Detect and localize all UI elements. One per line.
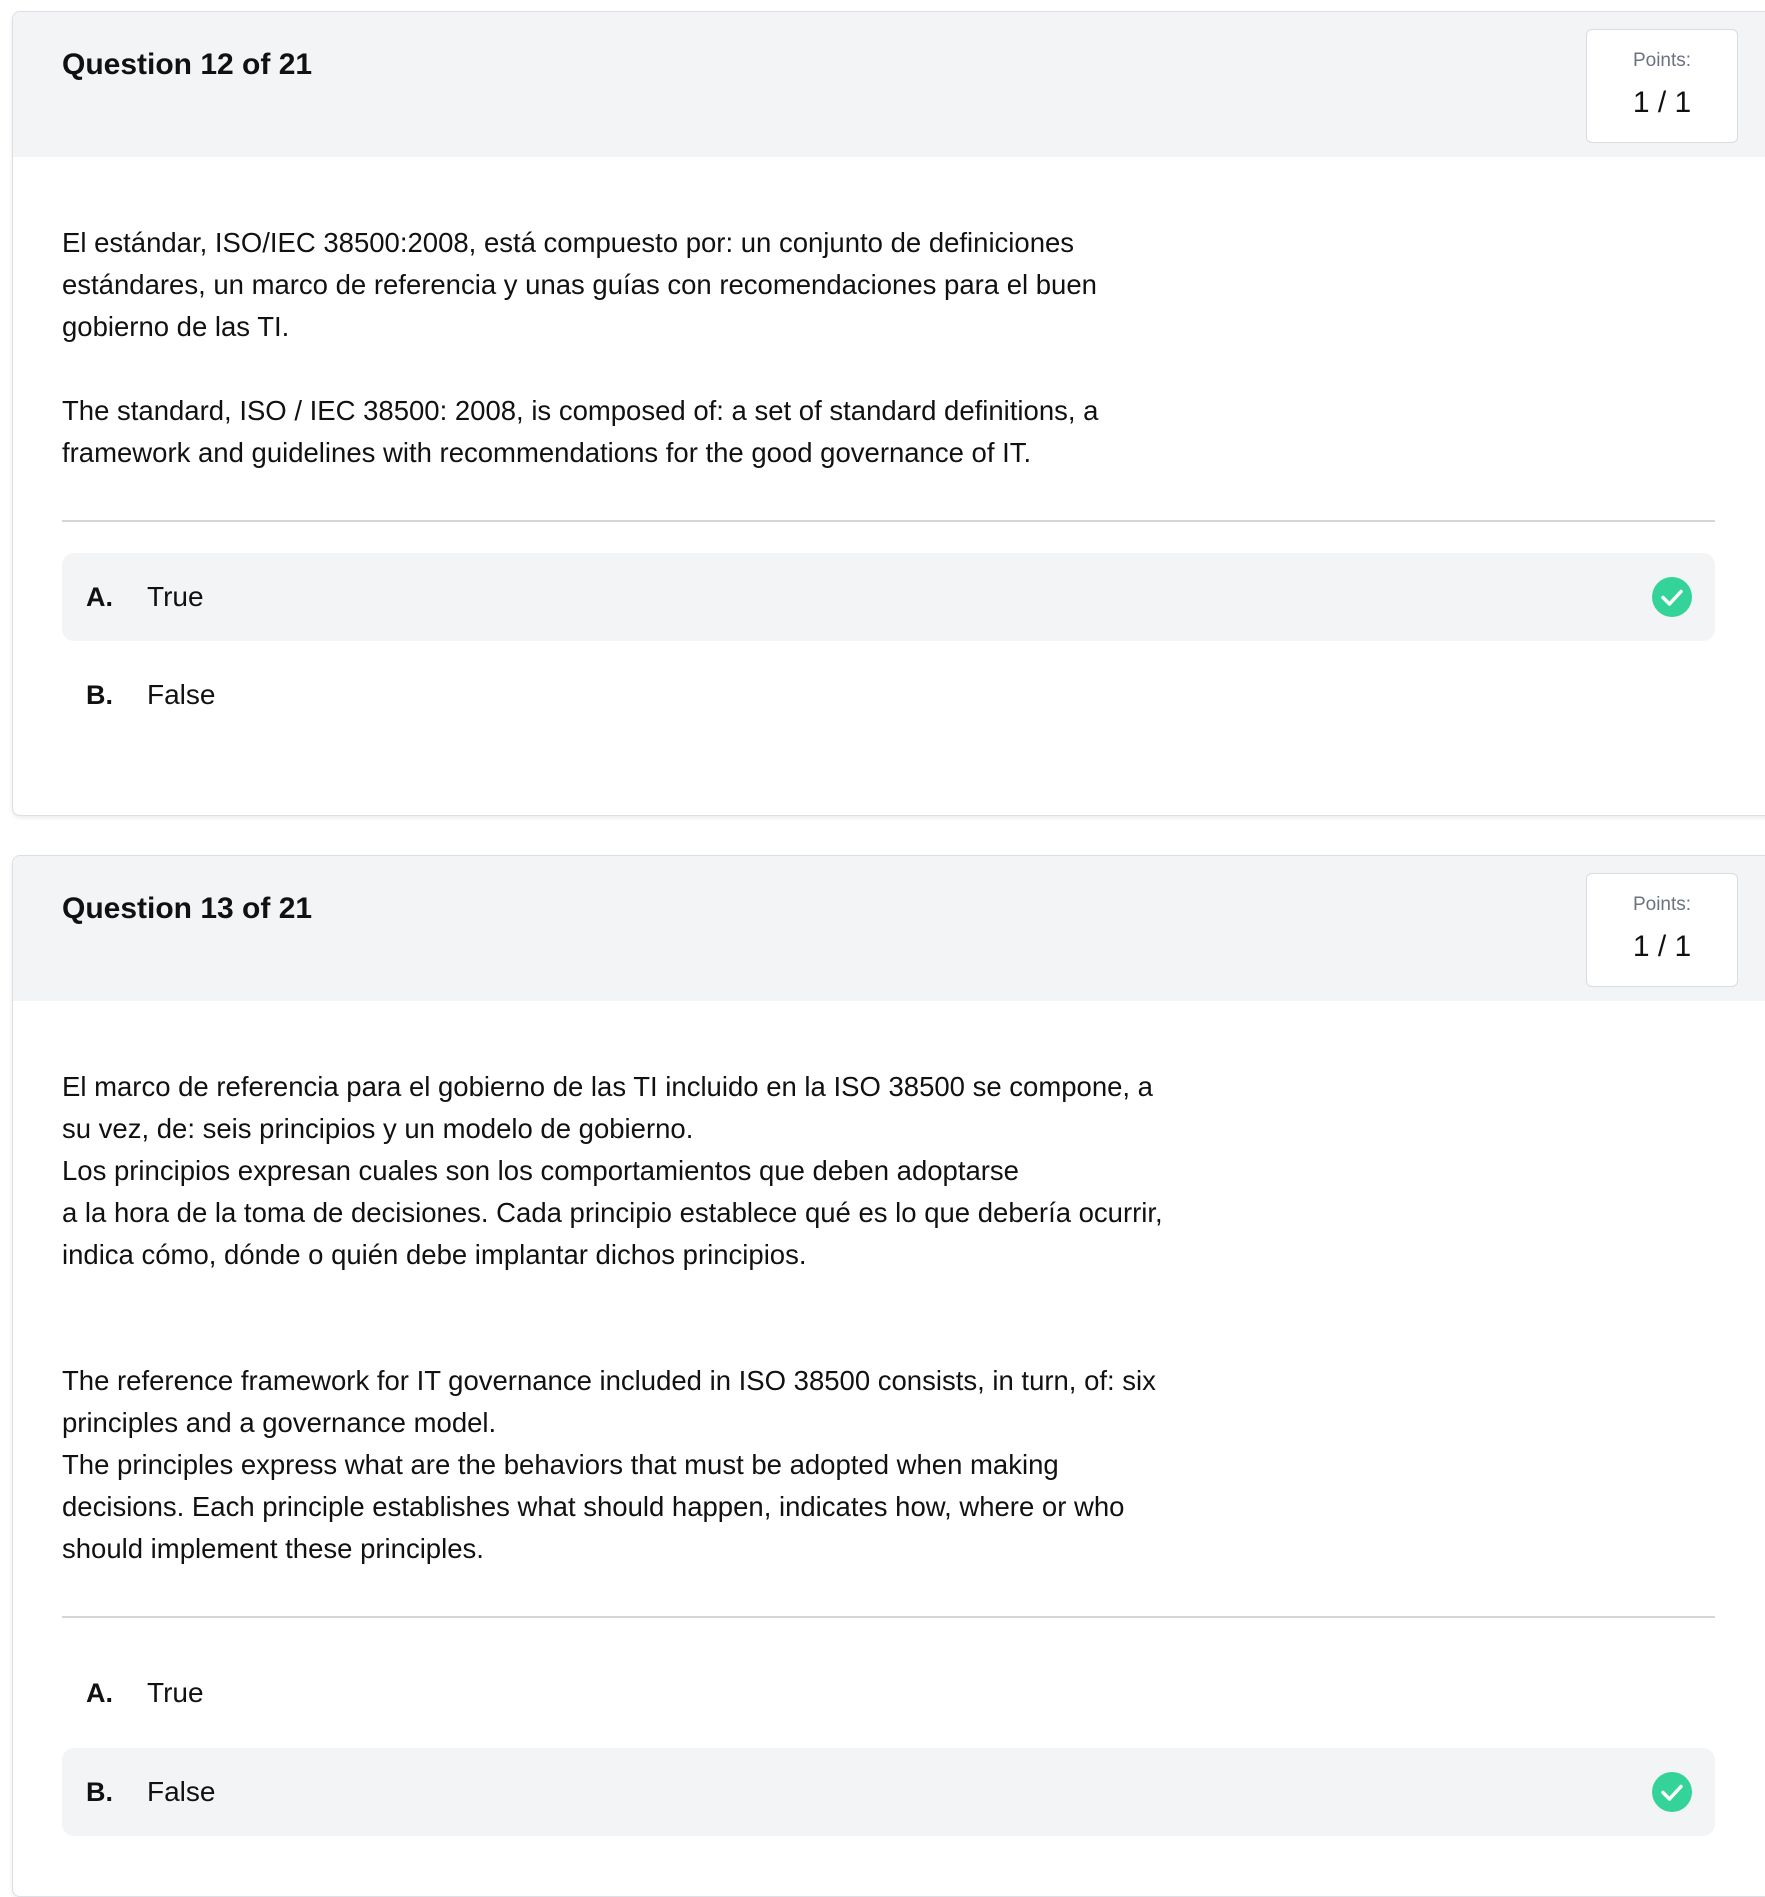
question-card: Question 12 of 21 Points: 1 / 1 El están…: [12, 11, 1765, 816]
option-label: True: [147, 1677, 204, 1708]
option-b[interactable]: B. False: [62, 1748, 1715, 1836]
option-b[interactable]: B. False: [62, 651, 1715, 739]
check-circle-icon: [1652, 577, 1692, 617]
divider: [62, 520, 1715, 522]
option-label: False: [147, 679, 216, 710]
option-a[interactable]: A. True: [62, 1649, 1715, 1737]
check-circle-icon: [1652, 1772, 1692, 1812]
points-label: Points:: [1632, 50, 1692, 71]
points-box: Points: 1 / 1: [1586, 29, 1738, 143]
points-value: 1 / 1: [1632, 86, 1692, 119]
question-title: Question 12 of 21: [62, 48, 313, 81]
points-box: Points: 1 / 1: [1586, 873, 1738, 987]
option-label: False: [147, 1776, 216, 1807]
option-label: True: [147, 581, 204, 612]
question-header: Question 12 of 21 Points: 1 / 1: [13, 12, 1765, 157]
question-paragraph-en: The reference framework for IT governanc…: [62, 1365, 1156, 1564]
option-letter: A.: [86, 1677, 113, 1708]
points-label: Points:: [1632, 894, 1692, 915]
divider: [62, 1616, 1715, 1618]
option-letter: B.: [86, 1776, 113, 1807]
question-header: Question 13 of 21 Points: 1 / 1: [13, 856, 1765, 1001]
question-title: Question 13 of 21: [62, 892, 313, 925]
question-card: Question 13 of 21 Points: 1 / 1 El marco…: [12, 855, 1765, 1897]
question-paragraph-es: El estándar, ISO/IEC 38500:2008, está co…: [62, 227, 1097, 342]
question-text: El estándar, ISO/IEC 38500:2008, está co…: [62, 222, 1302, 474]
option-letter: B.: [86, 679, 113, 710]
question-text: El marco de referencia para el gobierno …: [62, 1066, 1302, 1570]
option-letter: A.: [86, 581, 113, 612]
question-paragraph-en: The standard, ISO / IEC 38500: 2008, is …: [62, 395, 1099, 468]
points-value: 1 / 1: [1632, 930, 1692, 963]
question-paragraph-es: El marco de referencia para el gobierno …: [62, 1071, 1163, 1270]
option-a[interactable]: A. True: [62, 553, 1715, 641]
